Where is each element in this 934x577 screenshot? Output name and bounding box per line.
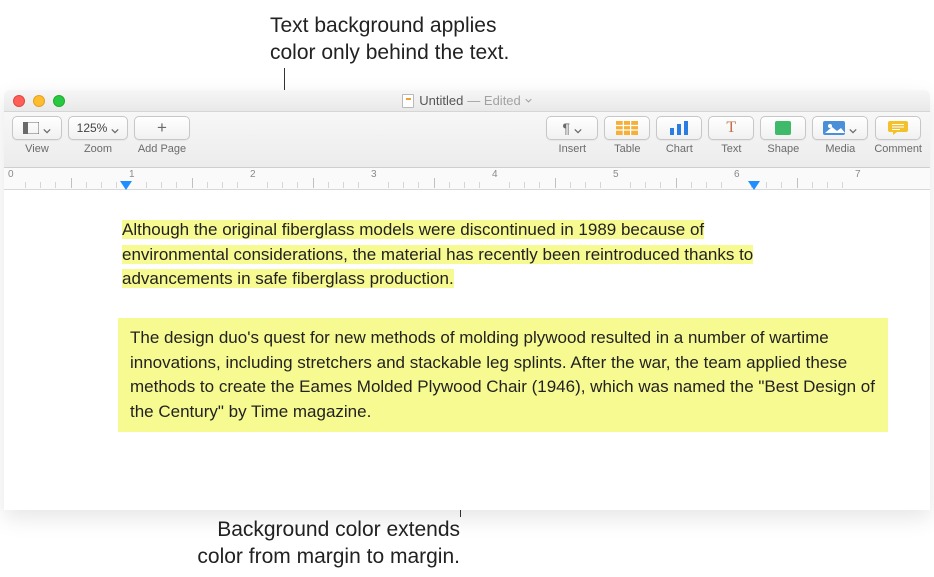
toolbar: View 125% Zoom + Add Page ¶ [4,112,930,168]
table-label: Table [614,143,640,155]
chevron-down-icon [111,124,119,132]
insert-label: Insert [559,143,587,155]
ruler-number: 7 [855,169,861,180]
chart-group: Chart [656,116,702,155]
minimize-button[interactable] [33,95,45,107]
window-title[interactable]: Untitled — Edited [4,93,930,108]
media-group: Media [812,116,868,155]
media-button[interactable] [812,116,868,140]
zoom-value: 125% [77,121,108,135]
ruler-number: 0 [8,169,14,180]
comment-label: Comment [874,143,922,155]
view-group: View [12,116,62,155]
text-icon: T [726,119,736,137]
add-page-group: + Add Page [134,116,190,155]
chevron-down-icon [525,97,532,104]
para2-text: The design duo's quest for new methods o… [130,328,875,421]
callout-top-text: Text background applies color only behin… [270,12,509,67]
text-label: Text [721,143,741,155]
right-indent-marker[interactable] [748,181,760,190]
chart-button[interactable] [656,116,702,140]
shape-group: Shape [760,116,806,155]
paragraph-block-highlight[interactable]: The design duo's quest for new methods o… [118,318,888,433]
comment-group: Comment [874,116,922,155]
add-page-button[interactable]: + [134,116,190,140]
para1-text: Although the original fiberglass models … [122,220,753,288]
shape-label: Shape [767,143,799,155]
chart-label: Chart [666,143,693,155]
ruler-number: 4 [492,169,498,180]
callout-top: Text background applies color only behin… [270,12,509,67]
table-icon [616,121,638,135]
document-icon [402,94,414,108]
ruler[interactable]: 0 1 2 3 4 5 6 7 [4,168,930,190]
chevron-down-icon [574,124,582,132]
ruler-number: 6 [734,169,740,180]
paragraph-text-highlight[interactable]: Although the original fiberglass models … [122,218,762,292]
chart-icon [668,121,690,135]
chevron-down-icon [849,124,857,132]
callout-bottom: Background color extends color from marg… [170,516,460,571]
ruler-number: 2 [250,169,256,180]
insert-group: ¶ Insert [546,116,598,155]
shape-icon [775,121,791,135]
document-name: Untitled [419,93,463,108]
table-button[interactable] [604,116,650,140]
document-page[interactable]: Although the original fiberglass models … [4,190,930,510]
ruler-number: 1 [129,169,135,180]
zoom-label: Zoom [84,143,112,155]
close-button[interactable] [13,95,25,107]
text-group: T Text [708,116,754,155]
titlebar: Untitled — Edited [4,90,930,112]
document-state: — Edited [467,93,520,108]
add-page-label: Add Page [138,143,186,155]
app-window: Untitled — Edited View 125% [4,90,930,510]
callout-bottom-text: Background color extends color from marg… [170,516,460,571]
media-label: Media [825,143,855,155]
insert-button[interactable]: ¶ [546,116,598,140]
ruler-number: 5 [613,169,619,180]
shape-button[interactable] [760,116,806,140]
view-button[interactable] [12,116,62,140]
ruler-ticks: 0 1 2 3 4 5 6 7 [4,168,930,189]
text-button[interactable]: T [708,116,754,140]
zoom-button[interactable]: 125% [68,116,128,140]
chevron-down-icon [43,124,51,132]
view-label: View [25,143,49,155]
comment-icon [888,121,908,135]
zoom-button[interactable] [53,95,65,107]
zoom-group: 125% Zoom [68,116,128,155]
sidebar-icon [23,122,39,134]
comment-button[interactable] [875,116,921,140]
ruler-number: 3 [371,169,377,180]
table-group: Table [604,116,650,155]
traffic-lights [4,95,65,107]
pilcrow-icon: ¶ [563,120,571,136]
left-indent-marker[interactable] [120,181,132,190]
media-icon [823,121,845,135]
plus-icon: + [157,118,167,138]
